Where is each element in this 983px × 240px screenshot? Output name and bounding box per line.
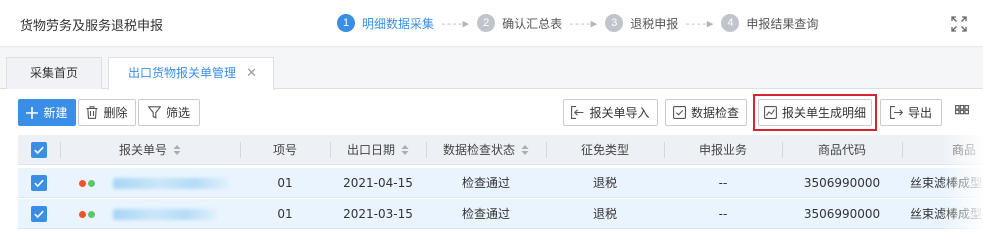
column-header-declaration-no[interactable]: 报关单号 (60, 135, 240, 165)
cell-product-code: 3506990000 (803, 207, 881, 221)
funnel-icon (147, 106, 161, 119)
data-check-button[interactable]: 数据检查 (665, 99, 747, 126)
step-number: 2 (477, 14, 496, 32)
redacted-declaration-no (113, 178, 229, 189)
tab-label: 出口货物报关单管理 (127, 66, 236, 80)
export-icon (890, 106, 903, 119)
step-arrow: ----▶ (440, 16, 469, 30)
step-number: 4 (721, 14, 740, 32)
step-number: 1 (337, 14, 355, 32)
table-row[interactable]: 01 2021-03-15 检查通过 退税 -- 3506990000 丝束滤棒… (18, 199, 983, 229)
toolbar: 新建 删除 筛选 报关单导入 数据检查 报关单生成明细 导出 (0, 89, 983, 133)
delete-label: 删除 (103, 106, 128, 120)
step-label: 申报结果查询 (746, 16, 819, 31)
cell-business: -- (718, 207, 728, 221)
column-label: 数据检查状态 (442, 143, 515, 157)
column-label: 出口日期 (346, 143, 395, 157)
cell-export-date: 2021-03-15 (343, 207, 413, 221)
row-checkbox[interactable] (31, 175, 47, 191)
column-divider (902, 142, 903, 158)
new-label: 新建 (43, 106, 68, 120)
import-icon (571, 106, 584, 119)
step-1[interactable]: 1 明细数据采集 (337, 14, 434, 32)
step-label: 确认汇总表 (502, 16, 563, 31)
status-dot-green (88, 211, 95, 218)
export-button[interactable]: 导出 (880, 99, 942, 126)
column-header-exemption-type: 征免类型 (546, 135, 664, 165)
redacted-declaration-no (113, 209, 217, 220)
cell-check-status: 检查通过 (461, 176, 510, 190)
step-arrow: ----▶ (684, 16, 713, 30)
column-header-product-code: 商品代码 (782, 135, 902, 165)
column-header-export-date[interactable]: 出口日期 (330, 135, 426, 165)
column-label: 项号 (272, 143, 297, 157)
cell-exemption-type: 退税 (592, 207, 617, 221)
column-header-check-status[interactable]: 数据检查状态 (426, 135, 546, 165)
filter-label: 筛选 (165, 106, 190, 120)
trash-icon (86, 106, 98, 119)
table-header: 报关单号 项号 出口日期 数据检查状态 征免类型 申报业务 商品代码 商品 (18, 135, 983, 165)
column-label: 报关单号 (118, 143, 167, 157)
step-3[interactable]: 3 退税申报 (605, 14, 678, 32)
check-icon (34, 179, 44, 188)
cell-item-no: 01 (277, 207, 293, 221)
tab-bar: 采集首页 出口货物报关单管理 ✕ (0, 47, 983, 90)
import-label: 报关单导入 (589, 106, 650, 120)
step-arrow: ----▶ (568, 16, 597, 30)
step-2[interactable]: 2 确认汇总表 (477, 14, 562, 32)
column-header-business: 申报业务 (664, 135, 782, 165)
declaration-import-button[interactable]: 报关单导入 (563, 99, 658, 126)
cell-check-status: 检查通过 (461, 207, 510, 221)
expand-icon[interactable] (950, 15, 968, 33)
column-label: 商品代码 (817, 143, 866, 157)
scroll-fade (940, 135, 983, 235)
app-title: 货物劳务及服务退税申报 (20, 19, 164, 34)
generate-details-button[interactable]: 报关单生成明细 (758, 99, 872, 126)
cell-business: -- (718, 176, 728, 190)
column-settings-icon[interactable] (955, 105, 969, 119)
generate-label: 报关单生成明细 (781, 106, 866, 120)
step-number: 3 (605, 14, 624, 32)
export-label: 导出 (907, 106, 932, 120)
check-icon (34, 210, 44, 219)
step-4[interactable]: 4 申报结果查询 (721, 14, 818, 32)
sort-icon[interactable] (521, 144, 529, 156)
cell-product-code: 3506990000 (803, 176, 881, 190)
step-progress: 1 明细数据采集 ----▶ 2 确认汇总表 ----▶ 3 退税申报 ----… (337, 13, 818, 33)
column-header-item-no: 项号 (240, 135, 330, 165)
column-label: 征免类型 (580, 143, 629, 157)
check-square-icon (673, 106, 686, 119)
close-icon[interactable]: ✕ (246, 58, 257, 89)
status-dot-green (88, 180, 95, 187)
cell-exemption-type: 退税 (592, 176, 617, 190)
table-row[interactable]: 01 2021-04-15 检查通过 退税 -- 3506990000 丝束滤棒… (18, 168, 983, 198)
filter-button[interactable]: 筛选 (138, 99, 200, 126)
step-label: 退税申报 (630, 16, 679, 31)
tab-export-declaration[interactable]: 出口货物报关单管理 ✕ (108, 57, 274, 90)
tab-label: 采集首页 (29, 66, 78, 80)
status-dot-red (79, 180, 86, 187)
row-checkbox[interactable] (31, 206, 47, 222)
chart-line-icon (764, 106, 777, 119)
app-header: 货物劳务及服务退税申报 1 明细数据采集 ----▶ 2 确认汇总表 ----▶… (0, 0, 983, 47)
cell-item-no: 01 (277, 176, 293, 190)
sort-icon[interactable] (401, 144, 409, 156)
status-dot-red (79, 211, 86, 218)
cell-export-date: 2021-04-15 (343, 176, 413, 190)
select-all-checkbox[interactable] (31, 142, 47, 158)
step-label: 明细数据采集 (362, 16, 435, 31)
declaration-table: 报关单号 项号 出口日期 数据检查状态 征免类型 申报业务 商品代码 商品 (18, 135, 983, 229)
delete-button[interactable]: 删除 (78, 99, 136, 126)
tab-collect-home[interactable]: 采集首页 (6, 57, 102, 89)
column-label: 申报业务 (698, 143, 747, 157)
plus-icon (26, 106, 39, 119)
check-icon (34, 146, 44, 155)
check-label: 数据检查 (690, 106, 739, 120)
new-button[interactable]: 新建 (18, 99, 76, 126)
sort-icon[interactable] (173, 144, 181, 156)
